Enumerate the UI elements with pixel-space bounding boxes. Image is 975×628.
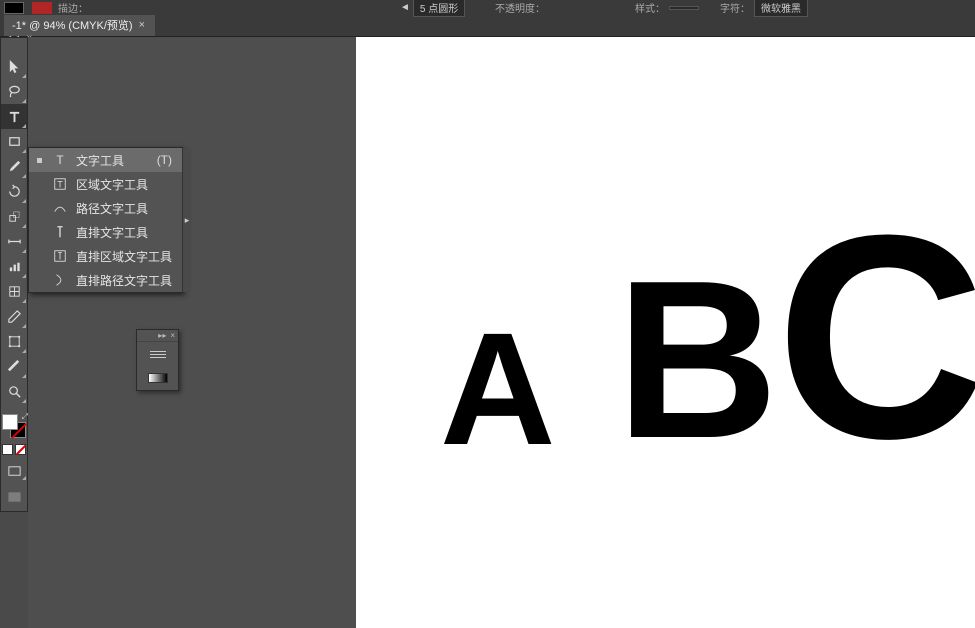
rotate-tool[interactable] [1,179,27,204]
vertical-path-type-icon [52,273,68,287]
options-bar: 描边： ◄ 5 点圆形 不透明度： 样式： 字符： 微软雅黑 [0,0,975,15]
svg-text:T: T [57,180,63,190]
brush-dropdown[interactable]: 5 点圆形 [413,0,465,17]
font-label: 字符： [720,0,750,15]
graph-tool[interactable] [1,254,27,279]
mesh-tool[interactable] [1,279,27,304]
flyout-label: 路径文字工具 [76,200,148,217]
panel-row-paragraph[interactable] [137,342,178,366]
toolbox: ⤢ [0,37,28,512]
flyout-label: 区域文字工具 [76,176,148,193]
stroke-label: 描边： [58,0,88,15]
scale-tool[interactable] [1,204,27,229]
lasso-tool[interactable] [1,79,27,104]
canvas-letter-a[interactable]: A [440,309,556,469]
flyout-vertical-path-type-tool[interactable]: 直排路径文字工具 [29,268,182,292]
type-tool-flyout: T 文字工具 (T) T 区域文字工具 路径文字工具 直排文字工具 直排区域文字… [28,147,183,293]
flyout-area-type-tool[interactable]: T 区域文字工具 [29,172,182,196]
canvas-letter-c[interactable]: C [776,192,975,482]
area-type-icon: T [52,177,68,191]
flyout-label: 直排路径文字工具 [76,272,172,289]
flyout-path-type-tool[interactable]: 路径文字工具 [29,196,182,220]
style-dropdown[interactable] [669,6,699,10]
flyout-shortcut: (T) [133,153,172,167]
flyout-type-tool[interactable]: T 文字工具 (T) [29,148,182,172]
font-dropdown[interactable]: 微软雅黑 [754,0,808,17]
flyout-tearoff-handle[interactable]: ▸ [182,148,191,292]
color-mode-none[interactable] [15,444,26,455]
flyout-label: 直排文字工具 [76,224,148,241]
foreground-swatch[interactable] [4,2,24,14]
flyout-label: 直排区域文字工具 [76,248,172,265]
tab-title: -1* @ 94% (CMYK/预览) [12,17,133,33]
width-tool[interactable] [1,229,27,254]
eyedropper-tool[interactable] [1,304,27,329]
fill-box[interactable] [2,414,18,430]
panel-collapse-icon[interactable]: ▸▸ [158,331,166,340]
vertical-area-type-icon [52,249,68,263]
flyout-label: 文字工具 [76,152,124,169]
type-tool[interactable] [1,104,27,129]
style-label: 样式： [635,0,665,15]
options-button[interactable] [32,2,52,14]
color-mode-solid[interactable] [2,444,13,455]
panel-row-gradient[interactable] [137,366,178,390]
flyout-vertical-type-tool[interactable]: 直排文字工具 [29,220,182,244]
path-type-icon [52,201,68,215]
draw-mode-tool[interactable] [1,487,27,507]
document-tab-bar: -1* @ 94% (CMYK/预览) × [0,15,975,37]
type-icon: T [52,153,68,167]
paintbrush-tool[interactable] [1,154,27,179]
selection-tool[interactable] [1,54,27,79]
panel-close-icon[interactable]: × [170,331,175,340]
rectangle-tool[interactable] [1,129,27,154]
opacity-label: 不透明度： [495,0,545,15]
screen-mode-tool[interactable] [1,461,27,481]
swap-icon[interactable]: ⤢ [22,412,28,422]
slice-tool[interactable] [1,354,27,379]
canvas-letter-b[interactable]: B [616,247,779,472]
panel-header[interactable]: ▸▸ × [137,330,178,342]
artboard-tool[interactable] [1,329,27,354]
fill-stroke-section: ⤢ [1,410,27,511]
flyout-vertical-area-type-tool[interactable]: 直排区域文字工具 [29,244,182,268]
vertical-type-icon [52,225,68,239]
floating-panel[interactable]: ▸▸ × [136,329,179,391]
zoom-tool[interactable] [1,379,27,404]
canvas[interactable]: A B C [356,37,975,628]
fill-stroke-control[interactable]: ⤢ [2,414,26,438]
close-icon[interactable]: × [139,19,145,31]
workspace-area [28,37,357,628]
